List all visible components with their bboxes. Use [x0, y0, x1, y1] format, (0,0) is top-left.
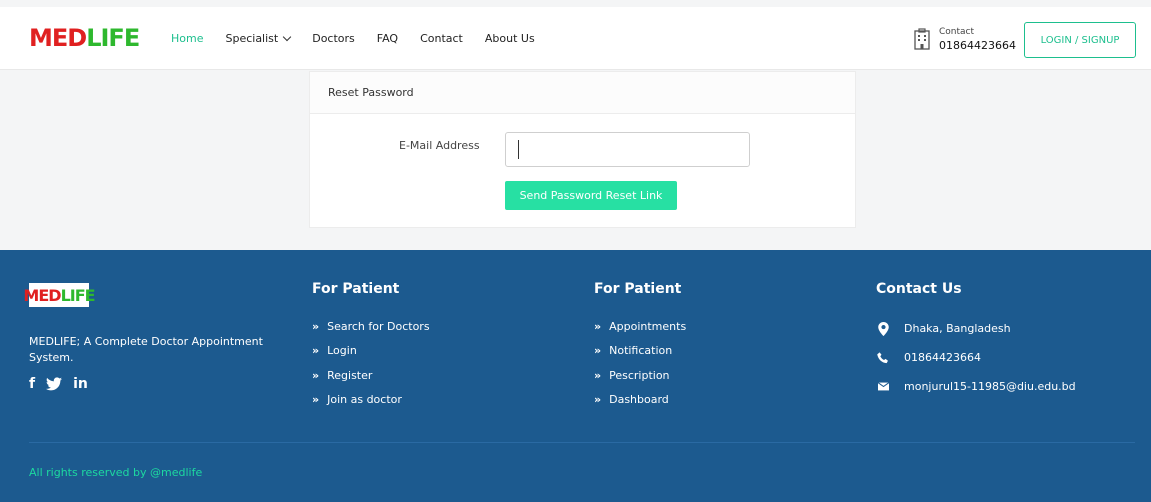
footer-contact-col: Contact Us Dhaka, Bangladesh 01864423664… — [876, 281, 1076, 401]
email-label: E-Mail Address — [399, 139, 480, 152]
double-chevron-icon: » — [594, 344, 602, 358]
footer-link-search-doctors[interactable]: » Search for Doctors — [312, 314, 430, 339]
chevron-down-icon — [282, 32, 292, 42]
medlife-logo[interactable]: MEDLIFE — [29, 24, 140, 52]
double-chevron-icon: » — [594, 319, 602, 333]
facebook-icon[interactable]: f — [29, 376, 35, 392]
nav-faq[interactable]: FAQ — [377, 32, 398, 45]
text-caret — [518, 140, 519, 159]
footer-col-patient-1: For Patient » Search for Doctors » Login »… — [312, 281, 430, 412]
footer-col-title: For Patient — [312, 281, 400, 297]
twitter-icon[interactable] — [46, 377, 63, 391]
send-reset-link-button[interactable]: Send Password Reset Link — [505, 181, 677, 210]
double-chevron-icon: » — [594, 393, 602, 407]
top-strip — [0, 0, 1151, 7]
footer-link-join-doctor[interactable]: » Join as doctor — [312, 388, 430, 413]
login-signup-button[interactable]: LOGIN / SIGNUP — [1024, 22, 1136, 58]
footer-link-appointments[interactable]: » Appointments — [594, 314, 686, 339]
site-footer: MED LIFE MEDLIFE; A Complete Doctor Appoi… — [0, 250, 1151, 502]
double-chevron-icon: » — [312, 393, 320, 407]
map-pin-icon — [876, 321, 890, 336]
nav-doctors[interactable]: Doctors — [312, 32, 355, 45]
site-header: MEDLIFE Home Specialist Doctors FAQ Cont… — [0, 7, 1151, 70]
double-chevron-icon: » — [312, 319, 320, 333]
main-nav: Home Specialist Doctors FAQ Contact Abou… — [171, 7, 557, 70]
contact-phone: 01864423664 — [876, 343, 1076, 372]
linkedin-icon[interactable]: in — [73, 376, 88, 392]
footer-link-notification[interactable]: » Notification — [594, 339, 686, 364]
footer-link-dashboard[interactable]: » Dashboard — [594, 388, 686, 413]
contact-email: monjurul15-11985@diu.edu.bd — [876, 372, 1076, 401]
footer-link-login[interactable]: » Login — [312, 339, 430, 364]
nav-home[interactable]: Home — [171, 32, 203, 45]
footer-col-title: For Patient — [594, 281, 682, 297]
building-icon — [914, 28, 930, 50]
copyright-text: All rights reserved by @medlife — [29, 466, 203, 479]
double-chevron-icon: » — [594, 368, 602, 382]
footer-link-register[interactable]: » Register — [312, 363, 430, 388]
card-title: Reset Password — [310, 72, 855, 114]
reset-password-card: Reset Password E-Mail Address Send Passw… — [309, 71, 856, 228]
nav-contact[interactable]: Contact — [420, 32, 463, 45]
envelope-icon — [876, 382, 890, 391]
header-contact: Contact 01864423664 — [913, 22, 1016, 56]
footer-logo[interactable]: MED LIFE — [23, 283, 96, 307]
email-input[interactable] — [505, 132, 750, 167]
footer-divider — [29, 442, 1135, 443]
double-chevron-icon: » — [312, 368, 320, 382]
contact-label: Contact — [939, 26, 975, 37]
phone-icon — [876, 351, 890, 364]
contact-address: Dhaka, Bangladesh — [876, 314, 1076, 343]
footer-link-prescription[interactable]: » Pescription — [594, 363, 686, 388]
double-chevron-icon: » — [312, 344, 320, 358]
contact-number: 01864423664 — [939, 38, 1016, 52]
footer-col-patient-2: For Patient » Appointments » Notification … — [594, 281, 686, 412]
footer-col-title: Contact Us — [876, 281, 962, 297]
social-links: f in — [29, 376, 99, 392]
footer-description: MEDLIFE; A Complete Doctor Appointment S… — [29, 335, 263, 364]
nav-about-us[interactable]: About Us — [485, 32, 535, 45]
nav-specialist[interactable]: Specialist — [225, 32, 292, 45]
